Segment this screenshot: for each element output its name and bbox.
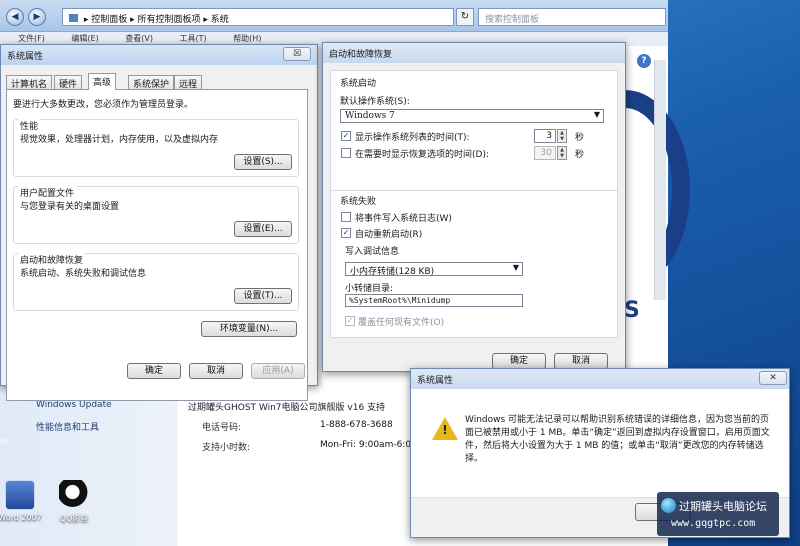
scrollbar[interactable]: [654, 60, 666, 300]
overwrite-label: 覆盖任何现有文件(O): [358, 318, 445, 328]
show-recovery-seconds: 秒: [575, 150, 585, 160]
show-recovery-time-input[interactable]: 30: [534, 146, 556, 160]
auto-restart-label: 自动重新启动(R): [355, 230, 423, 240]
performance-desc: 视觉效果，处理器计划，内存使用，以及虚拟内存: [20, 135, 219, 145]
default-os-select[interactable]: Windows 7 ▼: [340, 109, 604, 123]
word-icon: [5, 480, 35, 510]
tab-computer-name[interactable]: 计算机名: [6, 75, 53, 90]
show-list-label: 显示操作系统列表的时间(T):: [355, 133, 470, 143]
startup-recovery-settings-button[interactable]: 设置(T)...: [234, 288, 292, 304]
forward-button[interactable]: ▶: [28, 8, 46, 26]
show-list-time-input[interactable]: 3: [534, 129, 556, 143]
desktop: ◀ ▶ ▸ 控制面板 ▸ 所有控制面板项 ▸ 系统 ↻ 搜索控制面板 文件(F)…: [0, 0, 800, 546]
startup-titlebar: 启动和故障恢复: [323, 43, 625, 63]
user-profiles-title: 用户配置文件: [18, 186, 77, 199]
failure-section-title: 系统失败: [340, 197, 377, 207]
menu-help[interactable]: 帮助(H): [233, 34, 261, 43]
tab-hardware[interactable]: 硬件: [54, 75, 83, 90]
environment-variables-button[interactable]: 环境变量(N)...: [201, 321, 297, 337]
alert-titlebar: 系统属性: [411, 369, 789, 389]
write-log-checkbox[interactable]: [341, 212, 351, 222]
oem-logo: S: [624, 298, 640, 323]
desktop-icon-qq[interactable]: QQ影音: [48, 480, 100, 524]
address-bar[interactable]: ▸ 控制面板 ▸ 所有控制面板项 ▸ 系统: [62, 8, 454, 26]
startup-recovery-group: 启动和故障恢复 系统启动、系统失败和调试信息 设置(T)...: [13, 253, 299, 311]
debug-type-select[interactable]: 小内存转储(128 KB) ▼: [345, 262, 523, 277]
watermark-line2: www.gqgtpc.com: [671, 518, 756, 529]
performance-group: 性能 视觉效果，处理器计划，内存使用，以及虚拟内存 设置(S)...: [13, 119, 299, 177]
back-button[interactable]: ◀: [6, 8, 24, 26]
apply-button[interactable]: 应用(A): [251, 363, 305, 379]
show-recovery-checkbox[interactable]: [341, 148, 351, 158]
show-recovery-spinner[interactable]: ▲ ▼: [557, 146, 567, 160]
startup-ok-button[interactable]: 确定: [492, 353, 546, 369]
search-input[interactable]: 搜索控制面板: [478, 8, 666, 26]
desktop-icon-word[interactable]: Word 2007: [0, 480, 46, 522]
default-os-label: 默认操作系统(S):: [340, 97, 410, 107]
explorer-toolbar: ◀ ▶ ▸ 控制面板 ▸ 所有控制面板项 ▸ 系统 ↻ 搜索控制面板: [0, 0, 668, 32]
performance-title: 性能: [18, 119, 41, 132]
alert-close-icon[interactable]: ✕: [759, 371, 787, 385]
auto-restart-checkbox[interactable]: ✓: [341, 228, 351, 238]
menu-file[interactable]: 文件(F): [18, 34, 45, 43]
user-profiles-group: 用户配置文件 与您登录有关的桌面设置 设置(E)...: [13, 186, 299, 244]
startup-cancel-button[interactable]: 取消: [554, 353, 608, 369]
sys-props-title: 系统属性: [7, 52, 44, 62]
overwrite-checkbox[interactable]: ✓: [345, 316, 355, 326]
sidebar-link-windows-update[interactable]: Windows Update: [36, 400, 112, 410]
support-title: 过期罐头GHOST Win7电脑公司旗舰版 v16 支持: [188, 403, 386, 413]
ok-button[interactable]: 确定: [127, 363, 181, 379]
user-profiles-desc: 与您登录有关的桌面设置: [20, 202, 120, 212]
boot-section-title: 系统启动: [340, 79, 377, 89]
dump-dir-input[interactable]: %SystemRoot%\Minidump: [345, 294, 523, 307]
watermark-line1: 过期罐头电脑论坛: [679, 500, 767, 513]
startup-title: 启动和故障恢复: [329, 50, 393, 60]
show-recovery-label: 在需要时显示恢复选项的时间(D):: [355, 150, 489, 160]
warning-icon-mark: !: [442, 423, 448, 437]
forum-watermark: 过期罐头电脑论坛 www.gqgtpc.com: [657, 492, 779, 536]
menu-tools[interactable]: 工具(T): [180, 34, 207, 43]
startup-recovery-title: 启动和故障恢复: [18, 253, 86, 266]
globe-icon: [661, 498, 676, 513]
desktop-edge-label: xc: [0, 436, 9, 445]
phone-label: 电话号码:: [202, 423, 242, 433]
sys-props-titlebar: 系统属性: [1, 45, 317, 65]
alert-message: Windows 可能无法记录可以帮助识别系统错误的详细信息，因为您当前的页面已被…: [465, 415, 770, 464]
hours-label: 支持小时数:: [202, 443, 251, 453]
show-list-seconds: 秒: [575, 133, 585, 143]
show-list-spinner[interactable]: ▲ ▼: [557, 129, 567, 143]
debug-info-label: 写入调试信息: [345, 247, 400, 257]
phone-value: 1-888-678-3688: [320, 420, 393, 430]
tab-system-protection[interactable]: 系统保护: [128, 75, 175, 90]
write-log-label: 将事件写入系统日志(W): [355, 214, 452, 224]
tab-remote[interactable]: 远程: [174, 75, 203, 90]
help-icon[interactable]: ?: [637, 54, 651, 68]
user-profiles-settings-button[interactable]: 设置(E)...: [234, 221, 292, 237]
control-panel-icon: [69, 14, 78, 22]
cancel-button[interactable]: 取消: [189, 363, 243, 379]
dump-dir-label: 小转储目录:: [345, 284, 394, 294]
qq-player-icon: [59, 480, 89, 510]
performance-settings-button[interactable]: 设置(S)...: [234, 154, 292, 170]
breadcrumb: ▸ 控制面板 ▸ 所有控制面板项 ▸ 系统: [83, 15, 229, 25]
show-list-checkbox[interactable]: ✓: [341, 131, 351, 141]
chevron-down-icon: ▼: [512, 263, 519, 272]
system-properties-dialog: 系统属性 ☒ 计算机名 硬件 高级 系统保护 远程 要进行大多数更改，您必须作为…: [0, 44, 318, 401]
chevron-down-icon: ▼: [593, 110, 600, 119]
menu-edit[interactable]: 编辑(E): [71, 34, 98, 43]
admin-notice: 要进行大多数更改，您必须作为管理员登录。: [13, 100, 194, 110]
alert-title: 系统属性: [417, 376, 454, 386]
refresh-icon[interactable]: ↻: [456, 8, 474, 26]
menu-view[interactable]: 查看(V): [125, 34, 153, 43]
close-icon[interactable]: ☒: [283, 47, 311, 61]
startup-recovery-desc: 系统启动、系统失败和调试信息: [20, 269, 147, 279]
hours-value: Mon-Fri: 9:00am-6:0: [320, 440, 412, 450]
tab-advanced[interactable]: 高级: [88, 73, 117, 90]
sidebar-link-performance[interactable]: 性能信息和工具: [36, 420, 99, 433]
